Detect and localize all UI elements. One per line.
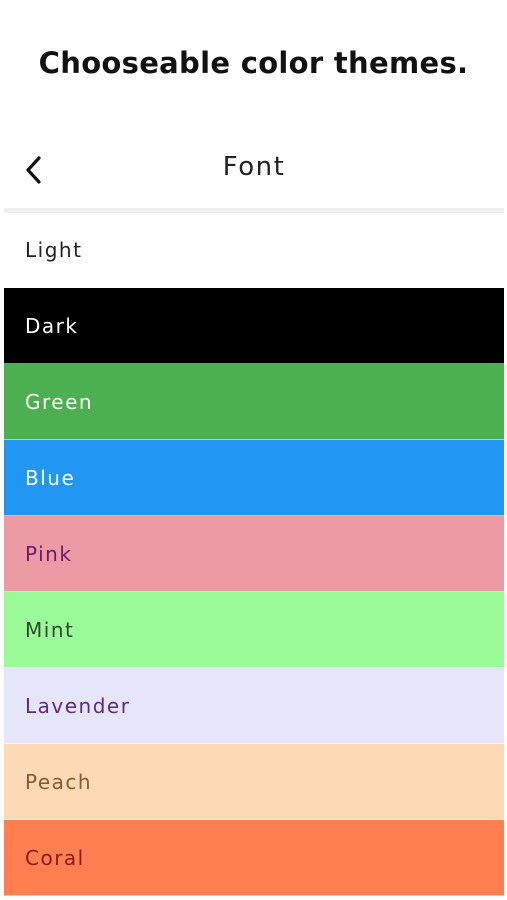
page: Chooseable color themes. Font Light Dark… bbox=[0, 0, 507, 900]
theme-option-label: Dark bbox=[25, 313, 79, 338]
theme-option-coral[interactable]: Coral bbox=[4, 820, 504, 896]
theme-option-peach[interactable]: Peach bbox=[4, 744, 504, 820]
page-title: Font bbox=[222, 152, 286, 182]
theme-option-green[interactable]: Green bbox=[4, 364, 504, 440]
theme-option-mint[interactable]: Mint bbox=[4, 592, 504, 668]
theme-option-label: Light bbox=[25, 238, 83, 262]
promo-caption: Chooseable color themes. bbox=[38, 46, 469, 80]
theme-option-label: Green bbox=[25, 389, 94, 414]
theme-option-dark[interactable]: Dark bbox=[4, 288, 504, 364]
theme-option-label: Peach bbox=[25, 769, 93, 794]
theme-option-label: Lavender bbox=[25, 693, 131, 718]
navigation-bar: Font bbox=[4, 132, 504, 208]
theme-option-label: Pink bbox=[25, 541, 73, 566]
theme-option-lavender[interactable]: Lavender bbox=[4, 668, 504, 744]
theme-option-label: Mint bbox=[25, 617, 75, 642]
theme-option-label: Coral bbox=[25, 845, 85, 870]
theme-option-label: Blue bbox=[25, 465, 76, 490]
theme-option-blue[interactable]: Blue bbox=[4, 440, 504, 516]
theme-option-pink[interactable]: Pink bbox=[4, 516, 504, 592]
theme-option-light[interactable]: Light bbox=[4, 213, 504, 288]
theme-list: Light Dark Green Blue Pink Mint Lavender… bbox=[4, 213, 504, 896]
